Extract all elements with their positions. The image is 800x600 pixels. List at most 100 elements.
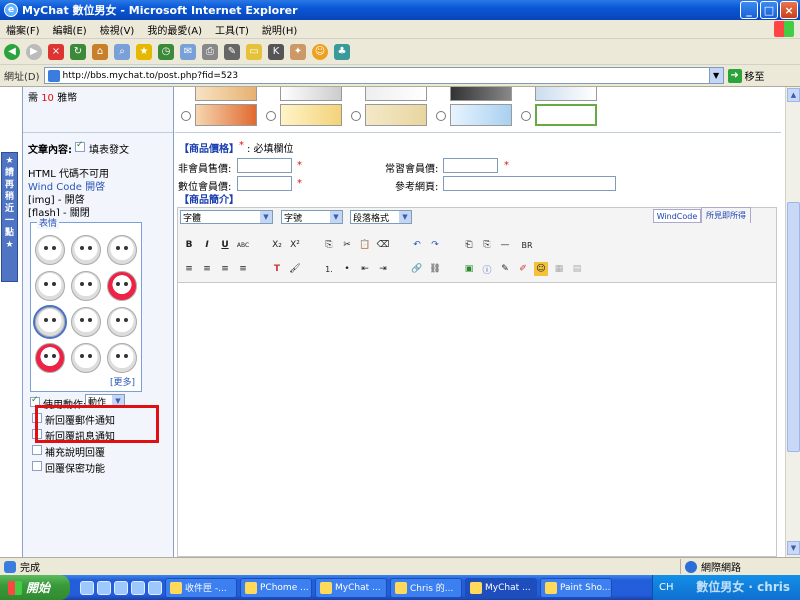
emoji-face-12[interactable]: [107, 343, 137, 373]
nonmember-price-input[interactable]: [237, 158, 292, 173]
line-break-button[interactable]: BR: [518, 238, 536, 252]
menu-tools[interactable]: 工具(T): [215, 22, 249, 37]
info-icon[interactable]: ⓘ: [480, 262, 494, 276]
menu-file[interactable]: 檔案(F): [6, 22, 40, 37]
back-icon[interactable]: ◀: [4, 43, 20, 60]
tab-wysiwyg[interactable]: 所見即所得: [701, 207, 751, 223]
menu-view[interactable]: 檢視(V): [100, 22, 135, 37]
emoji-face-8[interactable]: [71, 307, 101, 337]
task-mychat-2[interactable]: MyChat ...: [465, 577, 537, 598]
template-radio[interactable]: [266, 111, 276, 121]
italic-button[interactable]: I: [200, 238, 214, 252]
task-paintshop[interactable]: Paint Sho...: [540, 577, 612, 598]
favorites-icon[interactable]: ★: [136, 43, 152, 60]
address-input[interactable]: http://bbs.mychat.to/post.php?fid=523 ▼: [43, 67, 724, 84]
emoji-face-7[interactable]: [33, 305, 67, 339]
template-thumb[interactable]: [365, 87, 427, 101]
menu-help[interactable]: 說明(H): [262, 22, 297, 37]
redo-icon[interactable]: ↷: [428, 238, 442, 252]
language-indicator[interactable]: CH: [659, 582, 674, 593]
tool-icon[interactable]: ♣: [334, 43, 350, 60]
edit-icon[interactable]: ✎: [224, 43, 240, 60]
supplement-reply-checkbox[interactable]: [32, 445, 42, 455]
stop-icon[interactable]: ×: [48, 43, 64, 60]
table-icon[interactable]: ▦: [552, 262, 566, 276]
maximize-button[interactable]: □: [760, 1, 778, 19]
media-quick-icon[interactable]: [131, 580, 145, 595]
emoji-face-3[interactable]: [107, 235, 137, 265]
emoji-face-9[interactable]: [107, 307, 137, 337]
template-thumb[interactable]: [280, 87, 342, 101]
template-thumb[interactable]: [280, 104, 342, 126]
notes-icon[interactable]: ▭: [246, 43, 262, 60]
ie-quick-icon[interactable]: [80, 580, 94, 595]
template-thumb[interactable]: [365, 104, 427, 126]
desktop-quick-icon[interactable]: [114, 580, 128, 595]
address-dropdown-icon[interactable]: ▼: [708, 68, 723, 83]
mail-icon[interactable]: ✉: [180, 43, 196, 60]
messenger-icon[interactable]: ✦: [290, 43, 306, 60]
template-thumb[interactable]: [195, 87, 257, 101]
page-scrollbar[interactable]: ▲ ▼: [785, 87, 800, 557]
go-button[interactable]: ➜ 移至: [727, 68, 765, 83]
erase-icon[interactable]: ⌫: [376, 238, 390, 252]
template-thumb[interactable]: [195, 104, 257, 126]
emoji-face-6[interactable]: [107, 271, 137, 301]
font-size-select[interactable]: 字號 ▼: [281, 210, 343, 224]
tab-windcode[interactable]: WindCode: [653, 209, 701, 223]
align-center-icon[interactable]: ≡: [200, 262, 214, 276]
unordered-list-icon[interactable]: •: [340, 262, 354, 276]
menu-favorites[interactable]: 我的最愛(A): [147, 22, 202, 37]
unlink-icon[interactable]: ⛓: [428, 262, 442, 276]
paragraph-format-select[interactable]: 段落格式 ▼: [350, 210, 412, 224]
refresh-icon[interactable]: ↻: [70, 43, 86, 60]
scroll-up-icon[interactable]: ▲: [787, 88, 800, 102]
minimize-button[interactable]: _: [740, 1, 758, 19]
background-color-icon[interactable]: 🖌: [288, 262, 302, 276]
horizontal-rule-icon[interactable]: —: [498, 238, 512, 252]
align-right-icon[interactable]: ≡: [218, 262, 232, 276]
start-button[interactable]: 開始: [0, 575, 70, 600]
window-title-bar[interactable]: e MyChat 數位男女 - Microsoft Internet Explo…: [0, 0, 800, 20]
emoji-face-11[interactable]: [71, 343, 101, 373]
scroll-thumb[interactable]: [787, 202, 800, 452]
emoji-face-5[interactable]: [71, 271, 101, 301]
link-icon[interactable]: 🔗: [410, 262, 424, 276]
print-icon[interactable]: ⎙: [202, 43, 218, 60]
editor-textarea[interactable]: [177, 283, 777, 557]
underline-button[interactable]: U: [218, 238, 232, 252]
private-reply-checkbox[interactable]: [32, 461, 42, 471]
outlook-quick-icon[interactable]: [97, 580, 111, 595]
insert-image-icon[interactable]: ▣: [462, 262, 476, 276]
template-radio[interactable]: [521, 111, 531, 121]
reference-url-input[interactable]: [443, 176, 616, 191]
regular-price-input[interactable]: [443, 158, 498, 173]
bold-button[interactable]: B: [182, 238, 196, 252]
forward-icon[interactable]: ▶: [26, 43, 42, 60]
edit-html-icon[interactable]: ✎: [498, 262, 512, 276]
copy-icon[interactable]: ⎘: [322, 238, 336, 252]
close-button[interactable]: ×: [780, 1, 798, 19]
cut-icon[interactable]: ✂: [340, 238, 354, 252]
font-family-select[interactable]: 字體 ▼: [180, 210, 273, 224]
template-thumb[interactable]: [535, 104, 597, 126]
justify-icon[interactable]: ≡: [236, 262, 250, 276]
home-icon[interactable]: ⌂: [92, 43, 108, 60]
outdent-icon[interactable]: ⇤: [358, 262, 372, 276]
table-props-icon[interactable]: ▤: [570, 262, 584, 276]
pen-icon[interactable]: ✐: [516, 262, 530, 276]
task-mychat-1[interactable]: MyChat ...: [315, 577, 387, 598]
emoji-face-4[interactable]: [35, 271, 65, 301]
template-radio[interactable]: [181, 111, 191, 121]
insert-code-icon[interactable]: ⎗: [462, 238, 476, 252]
indent-icon[interactable]: ⇥: [376, 262, 390, 276]
emoji-face-10[interactable]: [35, 343, 65, 373]
undo-icon[interactable]: ↶: [410, 238, 424, 252]
template-radio[interactable]: [436, 111, 446, 121]
template-thumb[interactable]: [535, 87, 597, 101]
history-icon[interactable]: ◷: [158, 43, 174, 60]
scroll-down-icon[interactable]: ▼: [787, 541, 800, 555]
research-icon[interactable]: K: [268, 43, 284, 60]
paste-icon[interactable]: 📋: [358, 238, 372, 252]
smiley-icon[interactable]: ☺: [312, 43, 328, 60]
